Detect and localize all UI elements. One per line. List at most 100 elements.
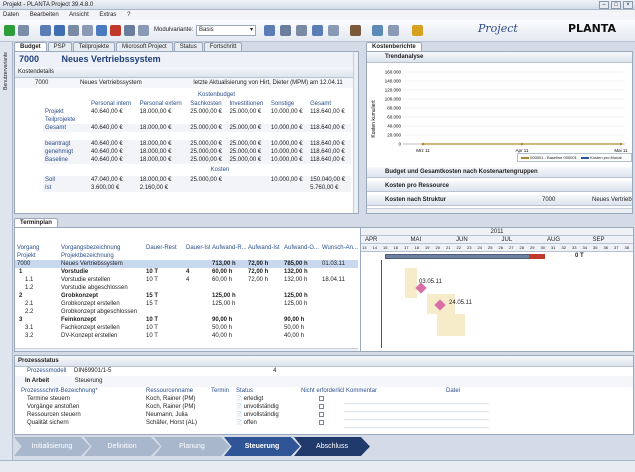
tab-psp[interactable]: PSP	[47, 42, 72, 51]
col-header[interactable]: Vorgang	[15, 244, 59, 252]
minimize-icon[interactable]: –	[599, 1, 609, 9]
cell[interactable]: 25.000,00 €	[227, 108, 268, 116]
tab-microsoft-project[interactable]: Microsoft Project	[116, 42, 173, 51]
table-row[interactable]: 3 Feinkonzept 10 T 90,00 h 90,00 h	[15, 316, 358, 324]
tab-budget[interactable]: Budget	[14, 42, 47, 51]
task-bar-vorstudie[interactable]	[405, 268, 417, 298]
phase-abschluss[interactable]: Abschluss	[294, 437, 370, 456]
cell[interactable]: Koch, Rainer (PM)	[144, 403, 209, 411]
cell[interactable]: Ressourcen steuern	[19, 411, 144, 419]
cell[interactable]	[444, 403, 489, 412]
table-row[interactable]: 2.1 Grobkonzept erstellen 15 T 125,00 h 125,…	[15, 300, 358, 308]
dropdown-icon[interactable]	[18, 25, 29, 36]
table-row[interactable]: 1 Vorstudie 10 T 4 60,00 h 72,00 h 132,00 h	[15, 268, 358, 276]
phase-steuerung[interactable]: Steuerung	[224, 437, 300, 456]
print-icon[interactable]	[40, 25, 51, 36]
indent-icon[interactable]	[312, 25, 323, 36]
project-row[interactable]: 7000 Neues Vertriebssystem 713,00 h 72,0…	[15, 260, 358, 268]
sidebar-label[interactable]: Benutzervariante	[3, 52, 9, 90]
tab-teilprojekte[interactable]: Teilprojekte	[72, 42, 116, 51]
cell[interactable]: Termine steuern	[19, 395, 144, 403]
project-bar[interactable]	[385, 254, 545, 259]
checkbox[interactable]	[319, 395, 324, 401]
section-budget-kostenarten[interactable]: Budget und Gesamtkosten nach Kostenarten…	[367, 167, 632, 178]
close-icon[interactable]: ×	[623, 1, 633, 9]
table-row[interactable]: Vorgänge anstoßen Koch, Rainer (PM) 📄 unvo…	[19, 403, 489, 412]
col-header[interactable]: Vorgangsbezeichnung	[59, 244, 144, 252]
cell[interactable]: Qualität sichern	[19, 419, 144, 427]
cell[interactable]	[444, 411, 489, 420]
section-kosten-ressource[interactable]: Kosten pro Ressource	[367, 181, 632, 192]
add-icon[interactable]	[4, 25, 15, 36]
table-row[interactable]: 3.1 Fachkonzept erstellen 10 T 50,00 h 50,00…	[15, 324, 358, 332]
save-icon[interactable]	[124, 25, 135, 36]
col-header[interactable]: Wunsch-An...	[320, 244, 358, 252]
section-kosten-struktur[interactable]: Kosten nach Struktur 7000 Neues Vertrieb…	[367, 195, 632, 206]
table-row[interactable]: 3.2 DV-Konzept erstellen 10 T 40,00 h 40,00 …	[15, 332, 358, 340]
refresh-icon[interactable]	[388, 25, 399, 36]
col-header[interactable]: Aufwand-R...	[210, 244, 246, 252]
modulvariante-select[interactable]: Basis ▾	[196, 25, 256, 36]
table-row[interactable]: Qualität sichern Schäfer, Horst (AL) 📄 off…	[19, 419, 489, 428]
cell[interactable]: Vorgänge anstoßen	[19, 403, 144, 411]
tab-kostenberichte[interactable]: Kostenberichte	[366, 42, 422, 51]
outdent-icon[interactable]	[328, 25, 339, 36]
col-header[interactable]: Dauer-Rest	[144, 244, 184, 252]
tab-terminplan[interactable]: Terminplan	[14, 218, 58, 227]
cost-reports-hscrollbar[interactable]	[367, 208, 632, 213]
phase-initialisierung[interactable]: Initialisierung	[14, 437, 90, 456]
phase-definition[interactable]: Definition	[84, 437, 160, 456]
tab-fortschritt[interactable]: Fortschritt	[203, 42, 243, 51]
collapse-icon[interactable]	[296, 25, 307, 36]
expand-icon[interactable]	[280, 25, 291, 36]
cell[interactable]	[444, 395, 489, 404]
task-bar-feinkonzept[interactable]	[437, 314, 465, 336]
table-row[interactable]: Termine steuern Koch, Rainer (PM) 📄 erledi…	[19, 395, 489, 404]
checkbox[interactable]	[319, 403, 324, 409]
layout-icon[interactable]	[264, 25, 275, 36]
paste-icon[interactable]	[82, 25, 93, 36]
table-row[interactable]: 2 Grobkonzept 15 T 125,00 h 125,00 h	[15, 292, 358, 300]
tools-icon[interactable]	[350, 25, 361, 36]
spacer-cell	[43, 132, 351, 140]
cell[interactable]: Koch, Rainer (PM)	[144, 395, 209, 403]
table-row[interactable]: Ressourcen steuern Neumann, Julia 📄 unvoll…	[19, 411, 489, 420]
tab-status[interactable]: Status	[173, 42, 203, 51]
cell[interactable]	[344, 411, 444, 420]
checkbox[interactable]	[319, 411, 324, 417]
search-icon[interactable]	[138, 25, 149, 36]
termin-hscrollbar[interactable]	[15, 348, 358, 351]
budget-vscrollbar[interactable]	[353, 52, 358, 213]
trend-section-header[interactable]: Trendanalyse	[367, 52, 632, 63]
undo-icon[interactable]	[96, 25, 107, 36]
cell[interactable]: 25.000,00 €	[188, 108, 227, 116]
cell[interactable]	[344, 419, 444, 428]
menu-daten[interactable]: Daten	[3, 12, 19, 18]
copy-icon[interactable]	[68, 25, 79, 36]
cell[interactable]: 40.640,00 €	[89, 108, 138, 116]
cell[interactable]	[344, 395, 444, 404]
menu-ansicht[interactable]: Ansicht	[69, 12, 89, 18]
menu-help[interactable]: ?	[127, 12, 130, 18]
cell[interactable]	[444, 419, 489, 428]
checkbox[interactable]	[319, 419, 324, 425]
cell[interactable]: 18.000,00 €	[138, 108, 189, 116]
table-row[interactable]: 1.2 Vorstudie abgeschlossen	[15, 284, 358, 292]
col-header[interactable]: Aufwand-Ist	[246, 244, 282, 252]
table-row[interactable]: 2.2 Grobkonzept abgeschlossen	[15, 308, 358, 316]
link-icon[interactable]	[372, 25, 383, 36]
cell[interactable]: Neumann, Julia	[144, 411, 209, 419]
col-header[interactable]: Aufwand-G...	[282, 244, 320, 252]
maximize-icon[interactable]: □	[611, 1, 621, 9]
cell[interactable]	[344, 403, 444, 412]
delete-icon[interactable]	[110, 25, 121, 36]
table-row[interactable]: 1.1 Vorstudie erstellen 10 T 4 60,00 h 72,00 …	[15, 276, 358, 284]
cell[interactable]: Schäfer, Horst (AL)	[144, 419, 209, 427]
book-icon[interactable]	[412, 25, 423, 36]
filter-icon[interactable]	[54, 25, 65, 36]
menu-extras[interactable]: Extras	[99, 12, 116, 18]
phase-planung[interactable]: Planung	[154, 437, 230, 456]
cell[interactable]: 10.000,00 €	[269, 108, 308, 116]
menu-bearbeiten[interactable]: Bearbeiten	[30, 12, 59, 18]
col-header[interactable]: Dauer-Ist	[184, 244, 210, 252]
